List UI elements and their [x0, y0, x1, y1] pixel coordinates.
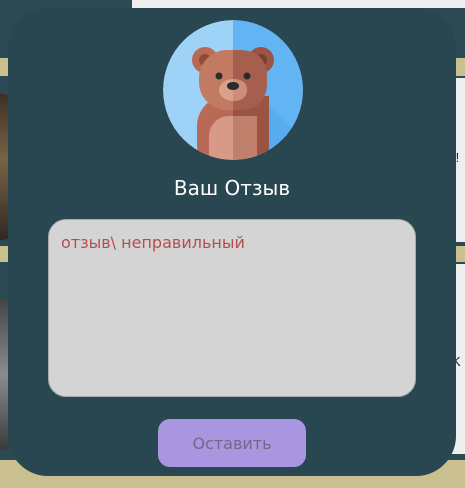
review-input[interactable]: отзыв\ неправильный [48, 219, 416, 397]
submit-review-button[interactable]: Оставить [158, 419, 306, 467]
background-panel-top [132, 0, 465, 8]
review-modal: Ваш Отзыв отзыв\ неправильный Оставить [8, 8, 456, 476]
bear-avatar-icon [163, 20, 303, 160]
modal-title: Ваш Отзыв [173, 176, 291, 200]
